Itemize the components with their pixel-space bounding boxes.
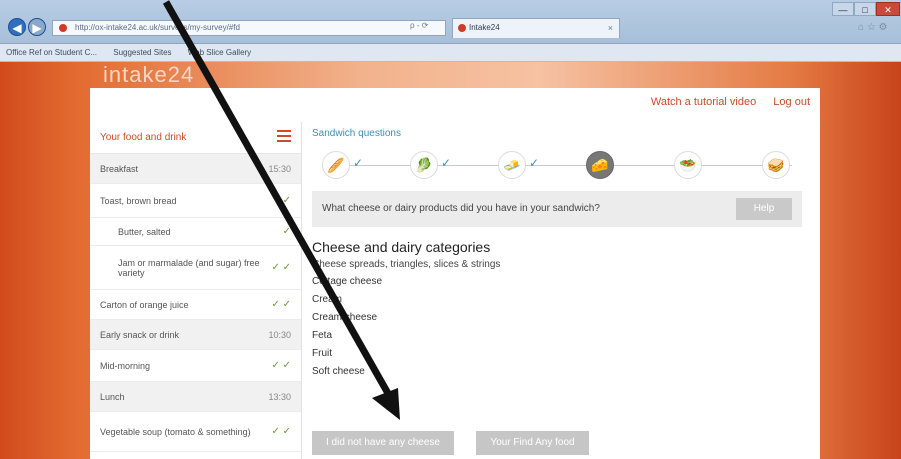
brand-logo[interactable]: intake24 — [103, 62, 194, 88]
sidebar-food-row[interactable]: Breakfast 15:30 — [90, 154, 301, 184]
browser-titlebar: ◀ ▶ http://ox-intake24.ac.uk/surveys/my-… — [0, 0, 901, 44]
sidebar-food-row[interactable]: Carton of orange juice ✓ ✓ — [90, 290, 301, 320]
category-option[interactable]: Cottage cheese — [312, 273, 812, 291]
action-buttons: I did not have any cheese Your Find Any … — [312, 431, 607, 455]
help-button[interactable]: Help — [736, 198, 792, 220]
progress-step[interactable]: 🧈 ✓ — [498, 151, 539, 179]
favorites-bar: Office Ref on Student C... Suggested Sit… — [0, 44, 901, 62]
content-panel: Watch a tutorial video Log out Your food… — [90, 88, 820, 459]
progress-step[interactable]: 🥬 ✓ — [410, 151, 451, 179]
sidebar-food-row[interactable]: Toast, brown bread ✓ — [90, 184, 301, 218]
category-title: Cheese and dairy categories — [312, 239, 491, 255]
sidebar-food-label: Lunch — [100, 391, 125, 402]
tab-favicon-icon — [458, 24, 466, 32]
check-icon: ✓ ✓ — [271, 426, 291, 437]
food-sidebar: Your food and drink Breakfast 15:30 Toast,… — [90, 122, 302, 459]
meal-time: 15:30 — [268, 163, 291, 174]
close-window-button[interactable]: ✕ — [876, 2, 900, 16]
minimize-window-button[interactable]: — — [832, 2, 854, 16]
food-step-icon: 🧀 — [591, 157, 609, 173]
progress-steps: 🥖 ✓ 🥬 ✓ 🧈 ✓ 🧀 🥗 🥪 — [312, 145, 812, 185]
no-cheese-button[interactable]: I did not have any cheese — [312, 431, 454, 455]
sidebar-food-label: Breakfast — [100, 163, 139, 174]
check-icon: ✓ ✓ — [271, 360, 291, 371]
meal-time: 10:30 — [268, 329, 291, 340]
sidebar-food-row[interactable]: Early snack or drink 10:30 — [90, 320, 301, 350]
food-step-icon: 🧈 — [503, 157, 521, 173]
check-icon: ✓ ✓ — [271, 262, 291, 273]
tab-title: Intake24 — [469, 23, 500, 32]
food-step-icon: 🥪 — [767, 157, 785, 173]
category-list: Cottage cheese Cream Cream cheese Feta F… — [312, 273, 812, 381]
sidebar-food-row[interactable]: Butter, salted ✓ — [90, 218, 301, 246]
meal-time: 13:30 — [268, 391, 291, 402]
sidebar-food-label: Carton of orange juice — [100, 299, 189, 310]
check-icon: ✓ — [352, 156, 363, 170]
sidebar-header: Your food and drink — [90, 122, 301, 154]
category-option[interactable]: Feta — [312, 327, 812, 345]
favorite-link[interactable]: Web Slice Gallery — [188, 48, 251, 57]
progress-step[interactable]: 🥪 — [762, 151, 790, 179]
category-option[interactable]: Cheese spreads, triangles, slices & stri… — [312, 259, 812, 270]
sidebar-food-label: Jam or marmalade (and sugar) free variet… — [118, 257, 260, 278]
food-step-icon: 🥬 — [415, 157, 433, 173]
sidebar-food-row[interactable]: Lunch 13:30 — [90, 382, 301, 412]
sidebar-food-row[interactable]: Vegetable soup (tomato & something) ✓ ✓ — [90, 412, 301, 452]
sidebar-food-label: Mid-morning — [100, 360, 151, 371]
address-url: http://ox-intake24.ac.uk/surveys/my-surv… — [75, 23, 240, 32]
address-tools[interactable]: ρ - ⟳ — [410, 21, 428, 30]
main-panel: Sandwich questions 🥖 ✓ 🥬 ✓ 🧈 ✓ 🧀 🥗 🥪 What cheese… — [312, 122, 812, 459]
sidebar-food-row[interactable]: Mid-morning ✓ ✓ — [90, 350, 301, 382]
check-icon: ✓ — [282, 226, 291, 237]
logout-link[interactable]: Log out — [773, 96, 810, 108]
page-background: intake24 Watch a tutorial video Log out … — [0, 62, 901, 459]
category-option[interactable]: Soft cheese — [312, 363, 812, 381]
check-icon: ✓ — [282, 195, 291, 206]
sidebar-title: Your food and drink — [100, 132, 187, 143]
browse-foods-button[interactable]: Your Find Any food — [476, 431, 589, 455]
category-option[interactable]: Cream — [312, 291, 812, 309]
progress-step[interactable]: 🧀 — [586, 151, 614, 179]
sidebar-food-label: Toast, brown bread — [100, 195, 177, 206]
forward-button[interactable]: ▶ — [28, 18, 46, 36]
question-text: What cheese or dairy products did you ha… — [322, 203, 600, 214]
browser-tab[interactable]: Intake24 × — [452, 18, 620, 38]
category-option[interactable]: Fruit — [312, 345, 812, 363]
address-bar[interactable]: http://ox-intake24.ac.uk/surveys/my-surv… — [52, 20, 446, 36]
sidebar-food-row[interactable]: Jam or marmalade (and sugar) free variet… — [90, 246, 301, 290]
sidebar-food-label: Butter, salted — [118, 226, 171, 237]
favorite-link[interactable]: Suggested Sites — [113, 48, 171, 57]
food-step-icon: 🥗 — [679, 157, 697, 173]
question-box: What cheese or dairy products did you ha… — [312, 191, 802, 227]
top-links: Watch a tutorial video Log out — [637, 96, 810, 108]
site-favicon-icon — [59, 24, 67, 32]
maximize-window-button[interactable]: □ — [854, 2, 876, 16]
sidebar-food-label: Early snack or drink — [100, 329, 180, 340]
check-icon: ✓ — [440, 156, 451, 170]
favorite-link[interactable]: Office Ref on Student C... — [6, 48, 97, 57]
progress-step[interactable]: 🥖 ✓ — [322, 151, 363, 179]
check-icon: ✓ — [528, 156, 539, 170]
progress-title[interactable]: Sandwich questions — [312, 128, 812, 139]
food-step-icon: 🥖 — [327, 157, 345, 173]
back-button[interactable]: ◀ — [8, 18, 26, 36]
close-tab-icon[interactable]: × — [608, 19, 613, 37]
category-option[interactable]: Cream cheese — [312, 309, 812, 327]
progress-line — [322, 165, 792, 166]
hamburger-menu-icon[interactable] — [277, 130, 291, 142]
check-icon: ✓ ✓ — [271, 299, 291, 310]
progress-step[interactable]: 🥗 — [674, 151, 702, 179]
home-favorites-settings-icon[interactable]: ⌂ ☆ ⚙ — [858, 22, 888, 33]
watch-video-link[interactable]: Watch a tutorial video — [651, 96, 756, 108]
sidebar-food-label: Vegetable soup (tomato & something) — [100, 426, 251, 437]
